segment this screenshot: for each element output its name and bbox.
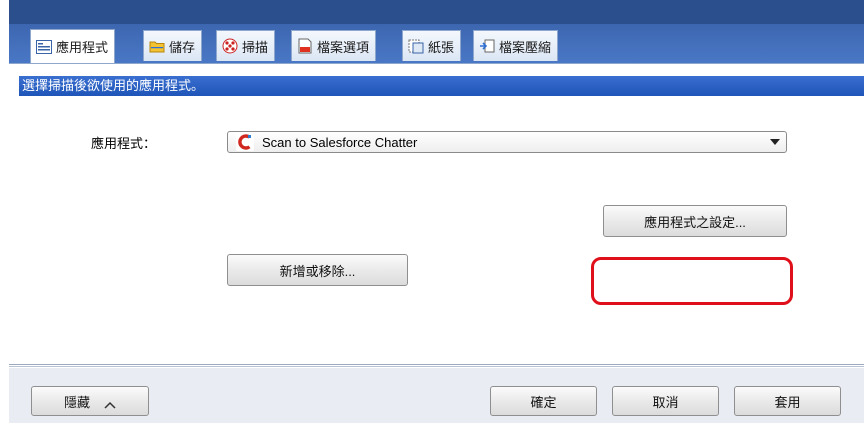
tab-label: 檔案選項 xyxy=(317,39,370,55)
apply-button[interactable]: 套用 xyxy=(734,386,841,416)
footer-divider-highlight xyxy=(9,367,864,368)
paper-icon xyxy=(407,38,424,54)
application-select-value: Scan to Salesforce Chatter xyxy=(262,134,418,150)
file-compression-icon xyxy=(478,38,495,54)
panel-description: 選擇掃描後欲使用的應用程式。 xyxy=(19,76,864,96)
hide-button-label: 隱藏 xyxy=(63,394,90,410)
application-label: 應用程式： xyxy=(91,136,157,151)
tab-label: 儲存 xyxy=(169,39,196,55)
add-remove-button[interactable]: 新增或移除... xyxy=(227,254,408,286)
ok-button[interactable]: 確定 xyxy=(490,386,597,416)
file-options-icon xyxy=(296,38,313,54)
cancel-button[interactable]: 取消 xyxy=(612,386,719,416)
tab-label: 應用程式 xyxy=(56,40,109,55)
tab-label: 掃描 xyxy=(242,39,269,55)
tab-file-compression[interactable]: 檔案壓縮 xyxy=(473,30,559,61)
chevron-down-icon[interactable] xyxy=(770,139,780,145)
tab-file-options[interactable]: 檔案選項 xyxy=(291,30,377,61)
highlight-ring xyxy=(591,257,793,305)
application-panel: 選擇掃描後欲使用的應用程式。 應用程式： Scan to Salesforce … xyxy=(9,63,864,365)
tab-label: 紙張 xyxy=(428,39,455,55)
tab-label: 檔案壓縮 xyxy=(499,39,552,55)
application-list-icon xyxy=(35,39,52,55)
application-settings-button[interactable]: 應用程式之設定... xyxy=(603,205,787,237)
folder-icon xyxy=(148,38,165,54)
hide-button[interactable]: 隱藏 xyxy=(31,386,149,416)
salesforce-chatter-logo-icon xyxy=(236,133,254,151)
chevron-up-icon xyxy=(104,397,116,409)
tab-scan[interactable]: 掃描 xyxy=(216,30,276,61)
tab-save[interactable]: 儲存 xyxy=(143,30,203,61)
scan-pattern-icon xyxy=(221,38,238,54)
scan-settings-window: 應用程式 儲存 掃描 檔案選項 紙張 檔案壓縮 選擇掃描後欲使用的應用程式。 應… xyxy=(9,0,864,423)
application-select[interactable]: Scan to Salesforce Chatter xyxy=(227,131,787,153)
window-header-strip xyxy=(9,0,864,24)
tab-paper[interactable]: 紙張 xyxy=(402,30,462,61)
tab-application[interactable]: 應用程式 xyxy=(30,29,116,63)
